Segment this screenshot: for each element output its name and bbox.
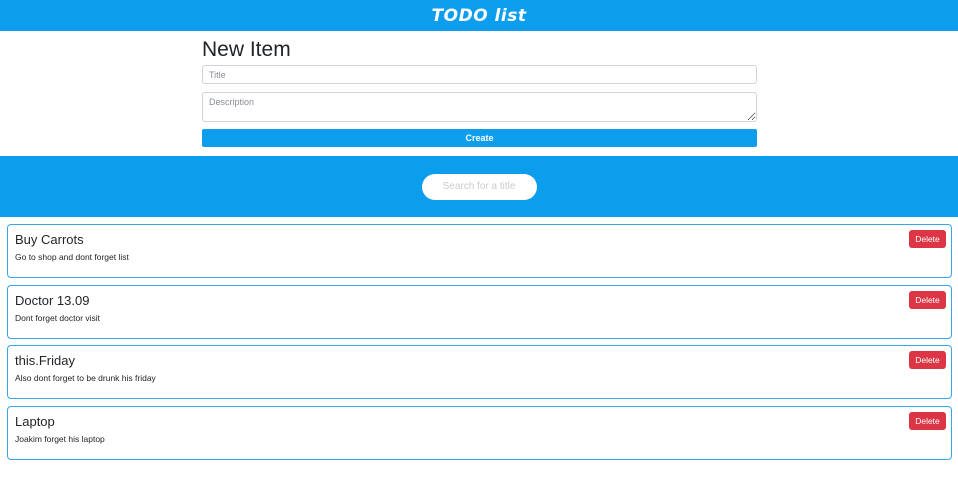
todo-title: Buy Carrots (15, 232, 84, 247)
todo-list: Buy Carrots Go to shop and dont forget l… (7, 224, 952, 466)
todo-card: this.Friday Also dont forget to be drunk… (7, 345, 952, 399)
app-title: TODO list (431, 5, 527, 26)
search-input[interactable] (421, 173, 537, 200)
delete-button[interactable]: Delete (909, 411, 946, 430)
delete-button[interactable]: Delete (909, 230, 946, 248)
new-item-heading: New Item (202, 38, 291, 61)
todo-description: Joakim forget his laptop (15, 433, 105, 444)
app-header: TODO list (0, 0, 958, 31)
delete-button[interactable]: Delete (909, 351, 946, 369)
todo-description: Go to shop and dont forget list (15, 252, 129, 262)
title-input[interactable] (202, 65, 757, 84)
new-item-form: New Item Create (202, 37, 757, 147)
description-input[interactable] (202, 92, 757, 122)
todo-title: Laptop (15, 413, 55, 429)
todo-card: Buy Carrots Go to shop and dont forget l… (7, 224, 952, 278)
todo-description: Also dont forget to be drunk his friday (15, 373, 156, 383)
todo-description: Dont forget doctor visit (15, 312, 101, 323)
todo-title: this.Friday (15, 353, 75, 368)
search-bar (0, 156, 958, 217)
create-button[interactable]: Create (202, 129, 757, 147)
todo-title: Doctor 13.09 (15, 292, 90, 308)
todo-card: Laptop Joakim forget his laptop Delete (7, 405, 952, 460)
todo-card: Doctor 13.09 Dont forget doctor visit De… (7, 284, 952, 339)
delete-button[interactable]: Delete (909, 290, 946, 309)
